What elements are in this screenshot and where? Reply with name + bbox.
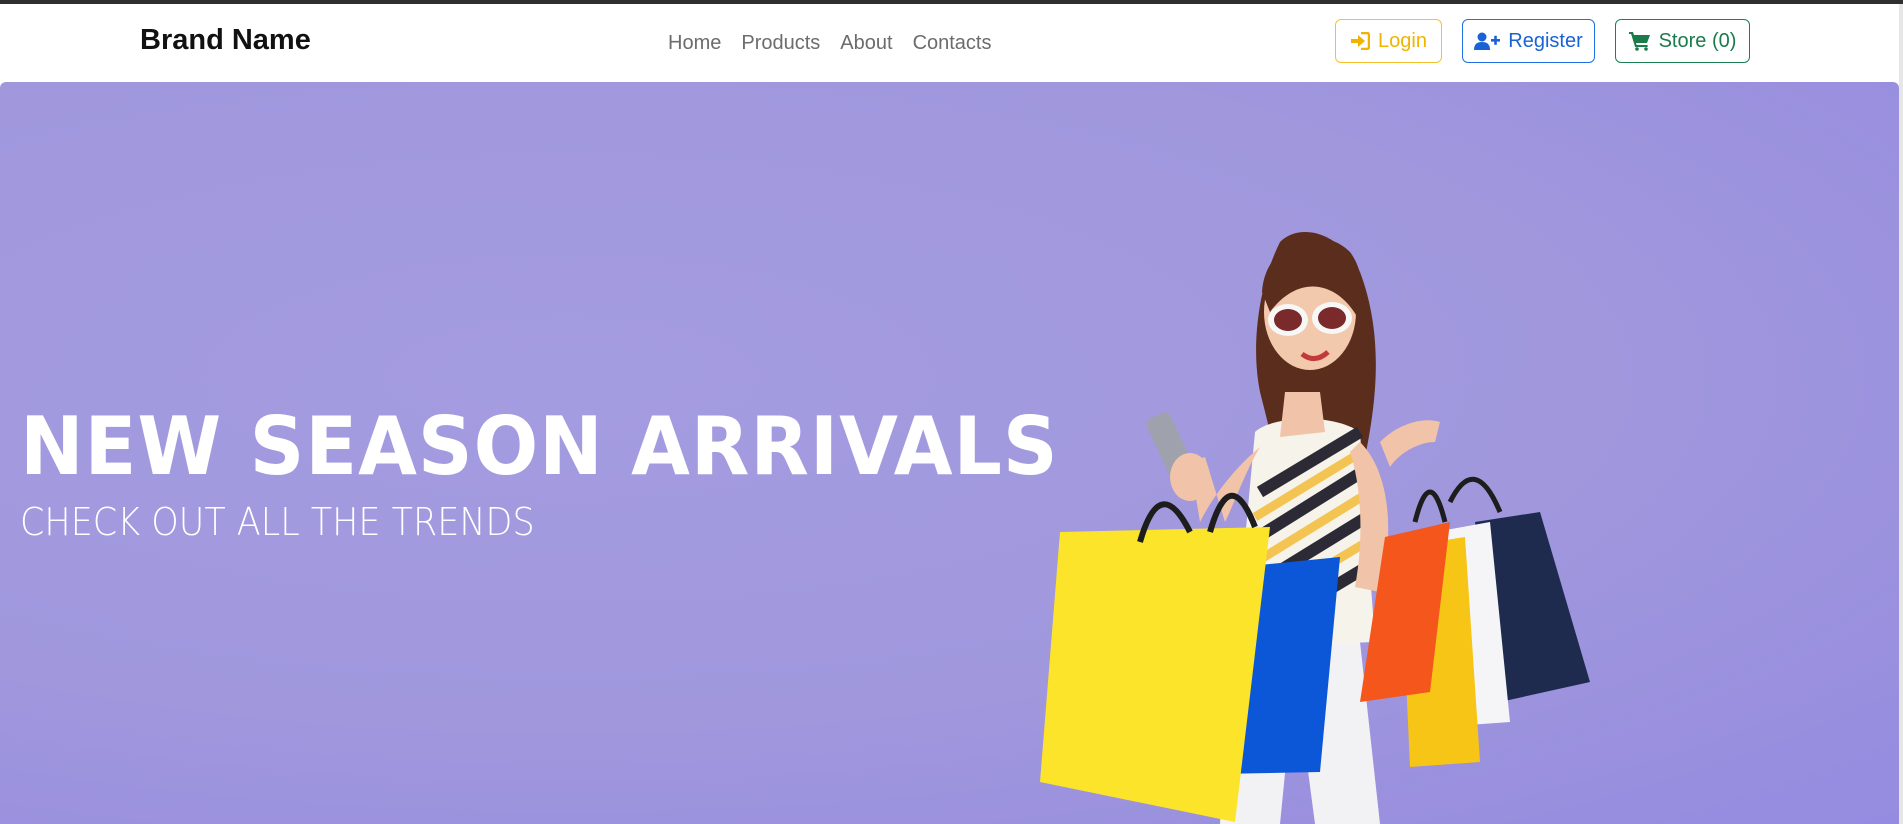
hero-image (1040, 232, 1590, 824)
store-label: Store (0) (1658, 29, 1737, 52)
register-button[interactable]: Register (1462, 19, 1595, 63)
login-button[interactable]: Login (1335, 19, 1442, 63)
login-label: Login (1378, 29, 1427, 52)
register-label: Register (1508, 29, 1583, 52)
nav-link-contacts[interactable]: Contacts (913, 32, 992, 55)
cart-icon (1628, 31, 1651, 51)
hero-banner: NEW SEASON ARRIVALS CHECK OUT ALL THE TR… (0, 82, 1899, 824)
sign-in-icon (1350, 32, 1371, 50)
nav-link-about[interactable]: About (840, 32, 892, 55)
navbar: Brand Name Home Products About Contacts … (0, 4, 1903, 82)
store-button[interactable]: Store (0) (1615, 19, 1750, 63)
brand-logo[interactable]: Brand Name (140, 24, 311, 57)
nav-links: Home Products About Contacts (668, 32, 992, 55)
nav-link-home[interactable]: Home (668, 32, 721, 55)
window-scrollbar[interactable] (1899, 4, 1903, 824)
hero-subtitle: CHECK OUT ALL THE TRENDS (20, 500, 535, 544)
hero-title: NEW SEASON ARRIVALS (20, 400, 1059, 493)
user-plus-icon (1474, 32, 1501, 50)
nav-link-products[interactable]: Products (741, 32, 820, 55)
